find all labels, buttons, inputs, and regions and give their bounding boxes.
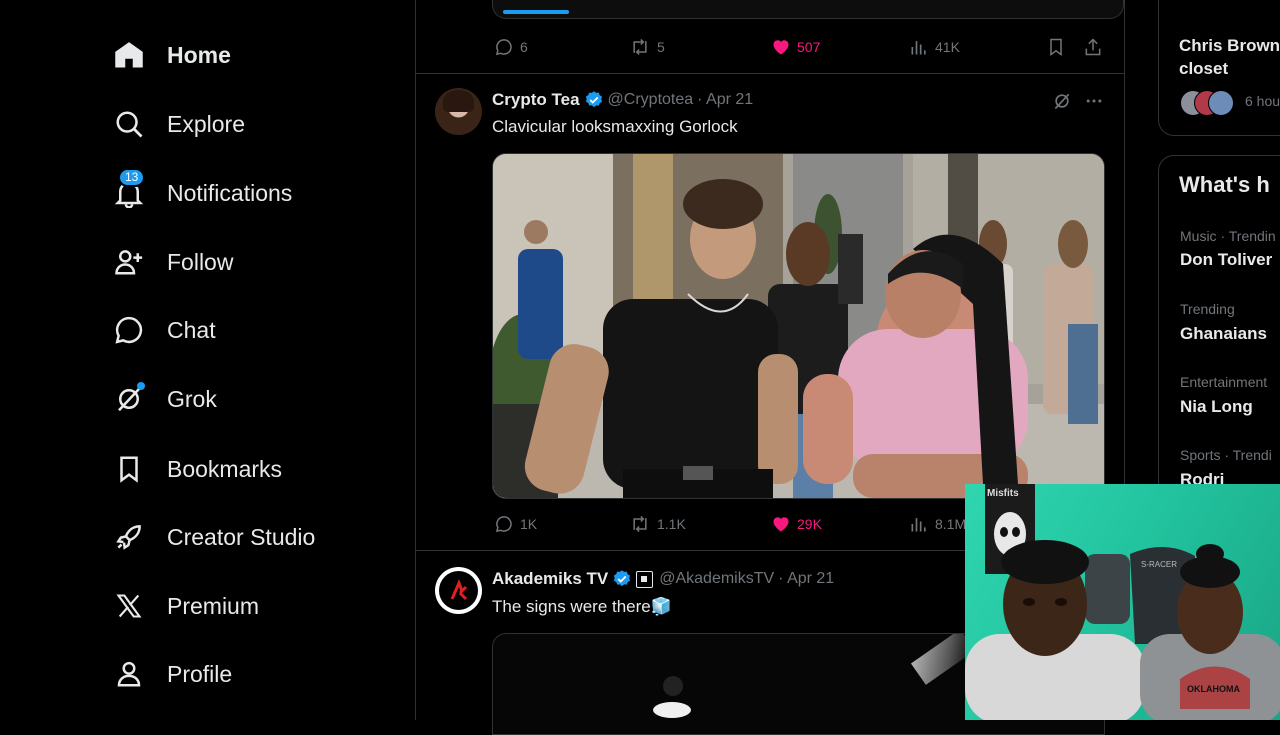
tweet-header: Akademiks TV @AkademiksTV · Apr 21: [492, 569, 834, 589]
repost-button[interactable]: 5: [629, 37, 665, 57]
trend-category: Trending: [1180, 301, 1235, 317]
nav-label: Bookmarks: [167, 455, 283, 482]
repost-count: 5: [657, 39, 665, 55]
nav-explore[interactable]: Explore: [112, 102, 245, 146]
analytics-icon: [911, 518, 926, 532]
repost-icon: [633, 515, 647, 533]
avatar[interactable]: [435, 88, 482, 135]
view-count: 8.1M: [935, 516, 967, 532]
nav-creator-studio[interactable]: Creator Studio: [112, 515, 315, 559]
akademiks-logo-icon: [450, 578, 467, 600]
nav-bookmarks[interactable]: Bookmarks: [112, 447, 282, 491]
nav-grok[interactable]: Grok: [112, 377, 217, 421]
trend-name[interactable]: Don Toliver: [1180, 250, 1272, 270]
like-count: 507: [797, 39, 821, 55]
news-title-line1[interactable]: Chris Brown: [1179, 36, 1280, 56]
grok-notification-dot: [137, 382, 145, 390]
street-photo: [493, 154, 1104, 498]
views-button[interactable]: 41K: [909, 37, 960, 57]
nav-notifications[interactable]: 13 Notifications: [112, 168, 293, 215]
nav-label: Follow: [167, 248, 234, 275]
webcam-overlay: Misfits S-RACER OKLAHOMA: [965, 484, 1280, 720]
nav-label: Home: [167, 41, 231, 68]
notification-badge: 13: [118, 168, 146, 187]
nav-label: Explore: [167, 110, 245, 137]
tweet-header: Crypto Tea @Cryptotea · Apr 21: [492, 90, 753, 110]
previous-media[interactable]: [492, 0, 1124, 19]
home-icon: [112, 38, 146, 72]
chat-icon: [112, 313, 146, 347]
verified-badge-icon: [614, 570, 631, 587]
nav-follow[interactable]: Follow: [112, 240, 233, 284]
bell-icon: 13: [112, 168, 146, 210]
person-icon: [112, 657, 146, 691]
avatar[interactable]: [435, 567, 482, 614]
nav-label: Notifications: [167, 179, 293, 206]
like-count: 29K: [797, 516, 822, 532]
trend-name[interactable]: Nia Long: [1180, 397, 1253, 417]
bookmark-icon[interactable]: [1046, 37, 1066, 62]
author-name[interactable]: Crypto Tea: [492, 90, 580, 110]
reply-count: 6: [520, 39, 528, 55]
tweet-media[interactable]: [492, 153, 1105, 499]
analytics-icon: [911, 41, 926, 55]
trend-category: Entertainment: [1180, 374, 1268, 390]
chair-text: S-RACER: [1141, 560, 1178, 569]
rocket-icon: [112, 520, 146, 554]
views-button[interactable]: 8.1M: [909, 514, 966, 534]
author-handle[interactable]: @Cryptotea: [608, 91, 694, 109]
divider: [416, 73, 1124, 74]
tweet-text: Clavicular looksmaxxing Gorlock: [492, 117, 738, 136]
news-title-line2[interactable]: closet: [1179, 59, 1228, 79]
news-time: 6 hou: [1245, 93, 1280, 109]
poster-text: Misfits: [987, 488, 1019, 499]
verified-badge-icon: [585, 91, 602, 108]
tweet-date[interactable]: · Apr 21: [697, 91, 753, 109]
like-button[interactable]: 507: [771, 37, 820, 57]
like-button[interactable]: 29K: [771, 514, 822, 534]
trends-heading: What's h: [1179, 172, 1270, 197]
tweet-date[interactable]: · Apr 21: [778, 570, 834, 588]
author-handle[interactable]: @AkademiksTV: [659, 570, 774, 588]
reply-icon: [495, 516, 512, 533]
trend-category: Music · Trendin: [1180, 228, 1276, 244]
heart-icon: [773, 40, 789, 55]
nav-label: Creator Studio: [167, 523, 316, 550]
share-icon[interactable]: [1083, 37, 1103, 62]
reply-count: 1K: [520, 516, 538, 532]
more-options-icon[interactable]: [1084, 91, 1104, 116]
nav-label: Profile: [167, 660, 233, 687]
bookmark-icon: [112, 452, 146, 486]
video-progress-bar[interactable]: [503, 10, 569, 14]
nav-home[interactable]: Home: [112, 33, 231, 77]
repost-icon: [633, 38, 647, 56]
grok-icon[interactable]: [1052, 91, 1072, 116]
x-logo-icon: [112, 589, 146, 623]
reply-button[interactable]: 6: [494, 37, 528, 57]
author-name[interactable]: Akademiks TV: [492, 569, 608, 589]
nav-premium[interactable]: Premium: [112, 584, 259, 628]
reply-icon: [495, 39, 512, 56]
nav-chat[interactable]: Chat: [112, 308, 216, 352]
shirt-text: OKLAHOMA: [1187, 684, 1240, 694]
view-count: 41K: [935, 39, 960, 55]
nav-label: Grok: [167, 385, 217, 412]
trend-name[interactable]: Ghanaians: [1180, 324, 1267, 344]
repost-count: 1.1K: [657, 516, 686, 532]
reply-button[interactable]: 1K: [494, 514, 537, 534]
nav-profile[interactable]: Profile: [112, 652, 232, 696]
nav-label: Chat: [167, 316, 216, 343]
heart-icon: [773, 517, 789, 532]
avatar-stack: [1180, 90, 1236, 116]
tweet-text: The signs were there🧊: [492, 597, 672, 616]
person-add-icon: [112, 245, 146, 279]
repost-button[interactable]: 1.1K: [629, 514, 686, 534]
nav-label: Premium: [167, 592, 260, 619]
affiliate-badge-icon[interactable]: [636, 570, 654, 588]
search-icon: [112, 107, 146, 141]
trend-category: Sports · Trendi: [1180, 447, 1272, 463]
grok-icon: [112, 382, 146, 416]
